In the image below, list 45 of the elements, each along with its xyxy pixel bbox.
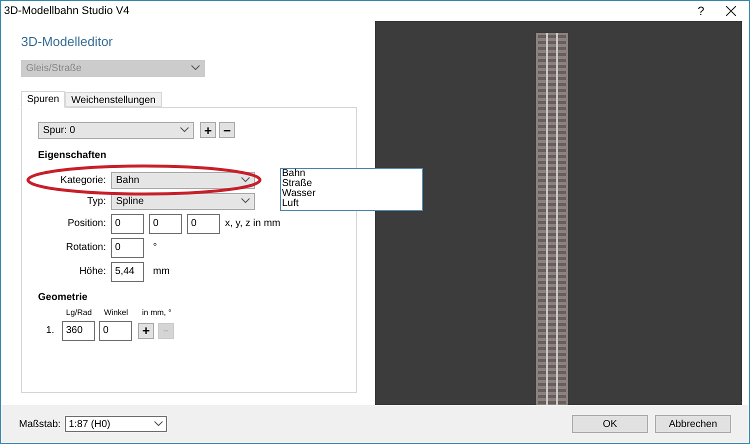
list-item[interactable]: Bahn [282, 169, 422, 179]
caret-icon [191, 65, 200, 71]
column-header: Lg/Rad [66, 306, 93, 318]
caret-icon [241, 177, 250, 183]
help-button[interactable]: ? [686, 2, 716, 20]
field-label: Kategorie: [59, 174, 106, 188]
caret-icon [154, 421, 163, 427]
input-field[interactable]: 0 [111, 238, 144, 258]
window-title: 3D-Modellbahn Studio V4 [4, 4, 130, 19]
caret-icon [180, 127, 189, 133]
input-field[interactable]: 0 [99, 320, 132, 340]
list-item[interactable]: Wasser [282, 189, 422, 199]
caret-icon [241, 198, 250, 204]
close-icon[interactable] [726, 6, 736, 16]
dialog-button[interactable]: OK [572, 415, 648, 433]
list-item[interactable]: Luft [282, 199, 422, 209]
category-dropdown[interactable]: Bahn [111, 172, 255, 188]
unit-label: ° [153, 241, 157, 255]
remove-button[interactable]: − [219, 122, 235, 138]
editor-heading: 3D-Modelleditor [21, 33, 114, 51]
input-field[interactable]: 0 [187, 214, 220, 234]
dialog-button[interactable]: Abbrechen [655, 415, 731, 433]
unit-label: x, y, z in mm [225, 217, 280, 231]
row-index: 1. [46, 324, 56, 338]
field-label: Höhe: [78, 265, 106, 279]
input-field[interactable]: 0 [111, 214, 144, 234]
input-field[interactable]: 0 [149, 214, 182, 234]
track-dropdown[interactable]: Spur: 0 [38, 122, 194, 138]
input-field[interactable]: 360 [62, 320, 95, 340]
field-label: Typ: [86, 194, 106, 208]
scale-dropdown[interactable]: 1:87 (H0) [64, 416, 167, 432]
column-header: in mm, ° [142, 306, 172, 318]
section-title: Eigenschaften [38, 148, 108, 162]
scale-label: Maßstab: [19, 418, 61, 432]
tab[interactable]: Weichenstellungen [65, 92, 162, 106]
input-field[interactable]: 5,44 [111, 262, 144, 282]
unit-label: mm [153, 265, 170, 279]
list-item[interactable]: Straße [282, 179, 422, 189]
section-title: Geometrie [38, 290, 88, 304]
add-button[interactable]: + [138, 322, 154, 338]
tab[interactable]: Spuren [21, 90, 66, 108]
add-button[interactable]: + [200, 122, 216, 138]
field-label: Rotation: [64, 241, 106, 255]
column-header: Winkel [104, 306, 130, 318]
field-label: Position: [66, 217, 106, 231]
